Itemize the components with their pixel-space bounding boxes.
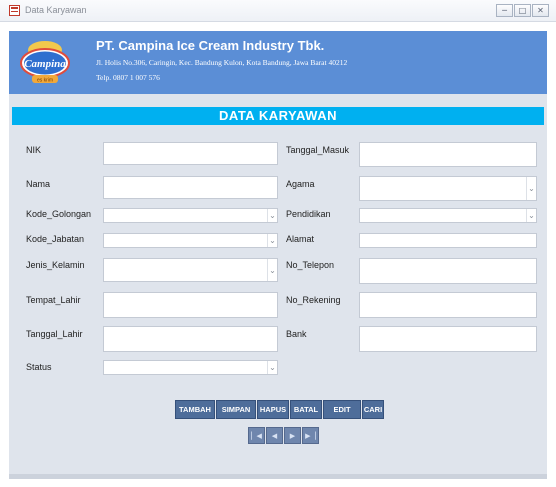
chevron-down-icon[interactable]: ⌄: [526, 177, 536, 200]
tanggal-masuk-field[interactable]: [359, 142, 537, 167]
chevron-down-icon[interactable]: ⌄: [267, 259, 277, 281]
nik-field[interactable]: [103, 142, 278, 165]
footer-strip: [9, 474, 547, 479]
jenis-kelamin-label: Jenis_Kelamin: [26, 260, 85, 270]
logo-subtext: es krim: [37, 78, 53, 84]
agama-label: Agama: [286, 179, 315, 189]
logo-text: Campina: [24, 58, 66, 70]
next-record-icon[interactable]: ▶: [284, 427, 301, 444]
minimize-button[interactable]: ─: [496, 4, 513, 17]
nik-label: NIK: [26, 145, 42, 155]
hapus-button[interactable]: HAPUS: [257, 400, 289, 419]
chevron-down-icon[interactable]: ⌄: [267, 209, 277, 222]
form-title: DATA KARYAWAN: [12, 107, 544, 125]
previous-record-icon[interactable]: ◀: [266, 427, 283, 444]
record-navigation: ▏◀ ◀ ▶ ▶▕: [248, 427, 319, 444]
cari-button[interactable]: CARI: [362, 400, 384, 419]
pendidikan-label: Pendidikan: [286, 209, 331, 219]
nama-field[interactable]: [103, 176, 278, 199]
kode-golongan-label: Kode_Golongan: [26, 209, 92, 219]
close-button[interactable]: ✕: [532, 4, 549, 17]
bank-label: Bank: [286, 329, 307, 339]
alamat-field[interactable]: [359, 233, 537, 248]
company-address: Jl. Holis No.306, Caringin, Kec. Bandung…: [96, 58, 348, 67]
bank-field[interactable]: [359, 326, 537, 352]
restore-button[interactable]: □: [514, 4, 531, 17]
jenis-kelamin-combo[interactable]: ⌄: [103, 258, 278, 282]
chevron-down-icon[interactable]: ⌄: [267, 234, 277, 247]
no-telepon-label: No_Telepon: [286, 260, 335, 270]
simpan-button[interactable]: SIMPAN: [216, 400, 256, 419]
no-rekening-field[interactable]: [359, 292, 537, 318]
form-body: DATA KARYAWAN NIK Nama Kode_Golongan ⌄ K…: [9, 94, 547, 479]
pendidikan-combo[interactable]: ⌄: [359, 208, 537, 223]
tambah-button[interactable]: TAMBAH: [175, 400, 215, 419]
kode-jabatan-label: Kode_Jabatan: [26, 234, 85, 244]
company-phone: Telp. 0807 1 007 576: [96, 73, 160, 82]
kode-golongan-combo[interactable]: ⌄: [103, 208, 278, 223]
campina-logo: Campina es krim: [20, 41, 70, 84]
company-name: PT. Campina Ice Cream Industry Tbk.: [96, 38, 325, 53]
edit-button[interactable]: EDIT: [323, 400, 361, 419]
first-record-icon[interactable]: ▏◀: [248, 427, 265, 444]
chevron-down-icon[interactable]: ⌄: [267, 361, 277, 374]
title-bar[interactable]: Data Karyawan ─ □ ✕: [0, 0, 556, 22]
alamat-label: Alamat: [286, 234, 315, 244]
data-karyawan-window: Data Karyawan ─ □ ✕ Campina es krim PT. …: [0, 0, 556, 487]
nama-label: Nama: [26, 179, 51, 189]
status-label: Status: [26, 362, 52, 372]
kode-jabatan-combo[interactable]: ⌄: [103, 233, 278, 248]
tempat-lahir-field[interactable]: [103, 292, 278, 318]
tanggal-lahir-label: Tanggal_Lahir: [26, 329, 83, 339]
last-record-icon[interactable]: ▶▕: [302, 427, 319, 444]
action-buttons: TAMBAH SIMPAN HAPUS BATAL EDIT CARI: [175, 400, 384, 419]
no-telepon-field[interactable]: [359, 258, 537, 284]
tanggal-lahir-field[interactable]: [103, 326, 278, 352]
chevron-down-icon[interactable]: ⌄: [526, 209, 536, 222]
window-title: Data Karyawan: [25, 5, 87, 15]
company-header: Campina es krim PT. Campina Ice Cream In…: [9, 31, 547, 94]
form-icon: [9, 5, 20, 16]
tanggal-masuk-label: Tanggal_Masuk: [286, 145, 350, 155]
window-controls: ─ □ ✕: [496, 4, 549, 17]
agama-combo[interactable]: ⌄: [359, 176, 537, 201]
no-rekening-label: No_Rekening: [286, 295, 341, 305]
tempat-lahir-label: Tempat_Lahir: [26, 295, 81, 305]
status-combo[interactable]: ⌄: [103, 360, 278, 375]
batal-button[interactable]: BATAL: [290, 400, 322, 419]
